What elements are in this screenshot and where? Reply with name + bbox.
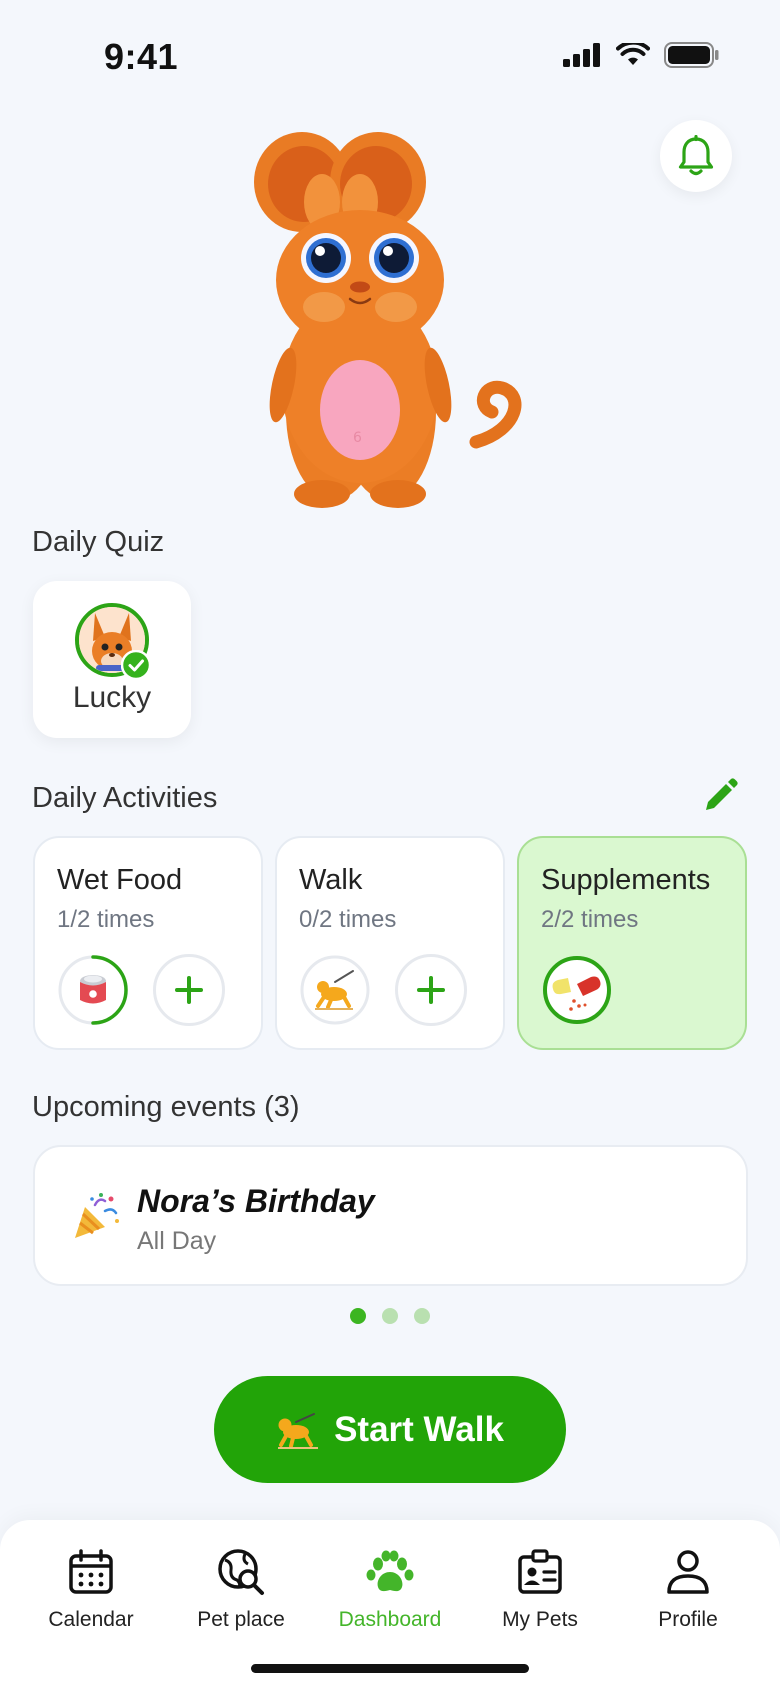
activity-count: 0/2 times bbox=[299, 906, 397, 933]
activity-card-supplements[interactable]: Supplements 2/2 times bbox=[517, 836, 747, 1050]
status-time: 9:41 bbox=[104, 36, 179, 77]
bottom-tab-bar: Calendar Pet place Dashboard My Pets Pro… bbox=[0, 1520, 780, 1688]
pet-id-badge-icon bbox=[518, 1549, 562, 1594]
tab-label: My Pets bbox=[502, 1608, 578, 1631]
bell-icon bbox=[678, 135, 714, 176]
pet-mascot-illustration: 6 bbox=[254, 132, 522, 508]
upcoming-events-heading: Upcoming events (3) bbox=[32, 1091, 300, 1123]
start-walk-label: Start Walk bbox=[334, 1409, 504, 1449]
svg-text:6: 6 bbox=[353, 430, 362, 446]
daily-quiz-card[interactable]: Lucky bbox=[33, 581, 191, 738]
tab-dashboard[interactable]: Dashboard bbox=[315, 1548, 465, 1648]
paw-icon bbox=[366, 1550, 414, 1592]
event-card[interactable]: Nora’s Birthday All Day bbox=[33, 1145, 748, 1286]
tab-label: Dashboard bbox=[338, 1608, 442, 1631]
tab-label: Calendar bbox=[48, 1608, 134, 1631]
activity-name: Supplements bbox=[541, 864, 711, 896]
add-walk-button[interactable] bbox=[395, 954, 467, 1026]
activity-card-walk[interactable]: Walk 0/2 times bbox=[275, 836, 505, 1050]
quiz-pet-name: Lucky bbox=[72, 681, 152, 714]
pagination-dot[interactable] bbox=[350, 1308, 366, 1324]
daily-quiz-heading: Daily Quiz bbox=[32, 526, 165, 558]
tab-label: Profile bbox=[658, 1608, 718, 1631]
completed-check-icon bbox=[121, 650, 151, 680]
events-pagination bbox=[350, 1308, 430, 1324]
daily-activities-heading: Daily Activities bbox=[32, 782, 218, 814]
status-bar: 9:41 bbox=[0, 0, 780, 120]
activity-count: 2/2 times bbox=[541, 906, 639, 933]
event-title: Nora’s Birthday bbox=[137, 1183, 375, 1219]
party-popper-icon bbox=[75, 1193, 119, 1238]
pagination-dot[interactable] bbox=[382, 1308, 398, 1324]
globe-search-icon bbox=[218, 1549, 264, 1595]
plus-icon bbox=[417, 976, 445, 1004]
calendar-icon bbox=[69, 1549, 113, 1594]
person-icon bbox=[667, 1550, 709, 1594]
tab-label: Pet place bbox=[197, 1608, 285, 1631]
cellular-signal-icon bbox=[563, 43, 600, 67]
walking-dog-icon bbox=[278, 1412, 319, 1449]
activity-name: Walk bbox=[299, 864, 363, 896]
edit-pencil-icon[interactable] bbox=[700, 776, 740, 816]
activity-count: 1/2 times bbox=[57, 906, 155, 933]
activity-name: Wet Food bbox=[57, 864, 183, 896]
add-wet-food-button[interactable] bbox=[153, 954, 225, 1026]
notifications-button[interactable] bbox=[660, 120, 732, 192]
event-time: All Day bbox=[137, 1227, 217, 1255]
wet-food-can-icon bbox=[58, 955, 128, 1025]
activity-card-wet-food[interactable]: Wet Food 1/2 times bbox=[33, 836, 263, 1050]
tab-calendar[interactable]: Calendar bbox=[16, 1548, 166, 1648]
status-icons bbox=[562, 42, 720, 68]
supplement-pill-icon bbox=[543, 956, 611, 1024]
start-walk-button[interactable]: Start Walk bbox=[214, 1376, 566, 1483]
wifi-icon bbox=[616, 43, 650, 65]
walking-dog-icon bbox=[300, 955, 370, 1025]
tab-profile[interactable]: Profile bbox=[613, 1548, 763, 1648]
battery-icon bbox=[664, 42, 719, 68]
pagination-dot[interactable] bbox=[414, 1308, 430, 1324]
home-indicator bbox=[251, 1664, 529, 1673]
plus-icon bbox=[175, 976, 203, 1004]
tab-pet-place[interactable]: Pet place bbox=[166, 1548, 316, 1648]
tab-my-pets[interactable]: My Pets bbox=[465, 1548, 615, 1648]
